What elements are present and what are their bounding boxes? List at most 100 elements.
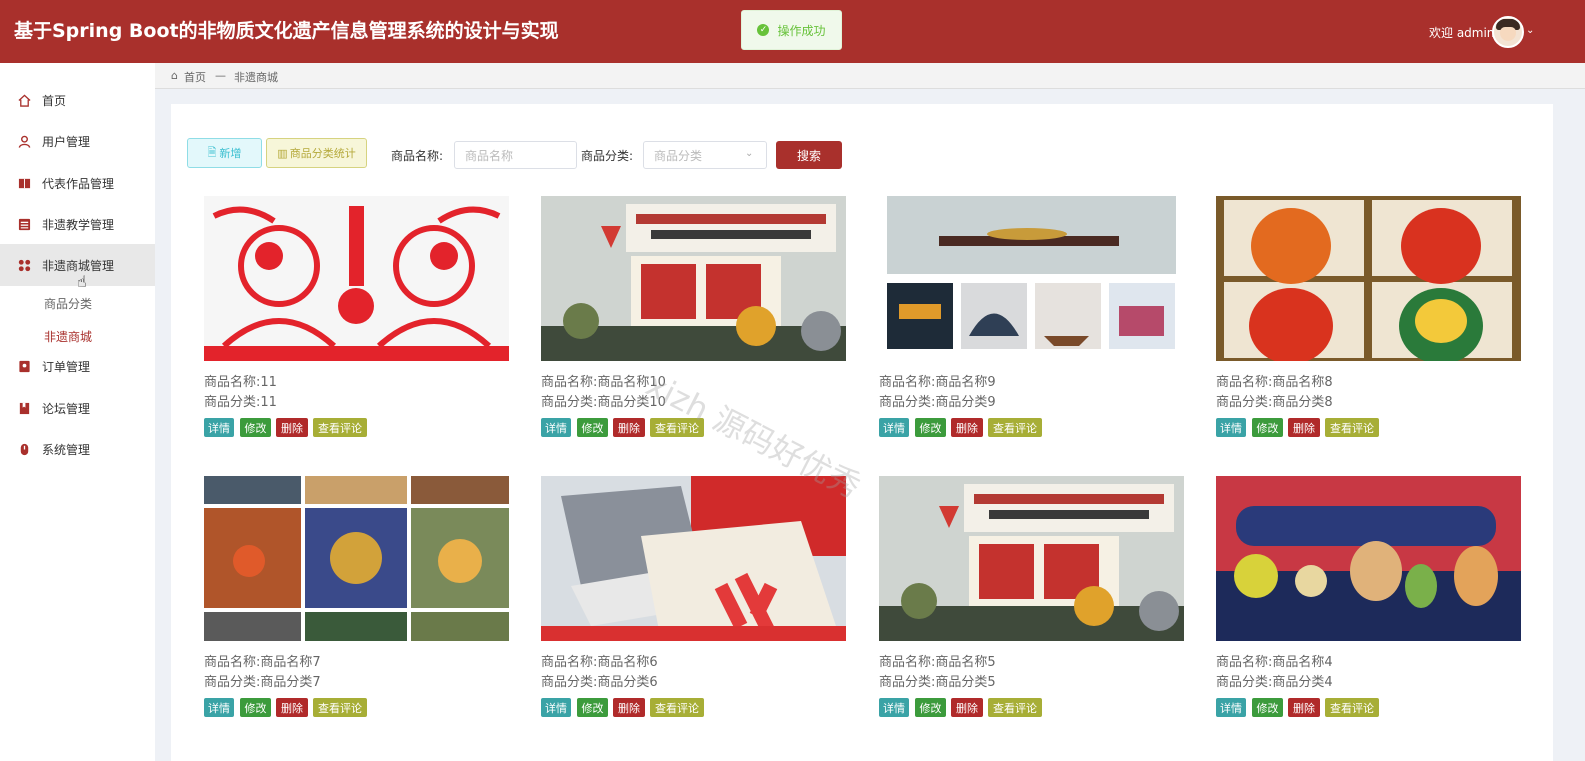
sidebar-item-label: 用户管理 (42, 134, 91, 149)
delete-button[interactable]: 删除 (276, 698, 308, 717)
welcome-text: 欢迎 admin (1429, 26, 1495, 40)
edit-button[interactable]: 修改 (240, 418, 271, 437)
bar-chart-icon: ▥ (277, 146, 288, 160)
home-icon[interactable]: ⌂ (171, 69, 178, 82)
product-name: 商品名称:商品名称9 (879, 375, 996, 390)
detail-button[interactable]: 详情 (541, 418, 571, 437)
sidebar-item-label: 代表作品管理 (42, 176, 115, 191)
product-image[interactable] (204, 196, 509, 361)
detail-button[interactable]: 详情 (879, 698, 909, 717)
edit-button[interactable]: 修改 (915, 698, 946, 717)
edit-button[interactable]: 修改 (915, 418, 946, 437)
sidebar-item-label: 论坛管理 (42, 401, 91, 416)
product-category: 商品分类:商品分类7 (204, 675, 321, 690)
detail-button[interactable]: 详情 (541, 698, 571, 717)
product-name: 商品名称:商品名称4 (1216, 655, 1333, 670)
product-category: 商品分类:商品分类5 (879, 675, 996, 690)
breadcrumb-home[interactable]: 首页 (184, 69, 206, 85)
sidebar-subitem-mall[interactable]: 非遗商城 (44, 328, 92, 345)
sidebar-item-works[interactable]: 代表作品管理 (0, 162, 155, 204)
product-name: 商品名称:商品名称6 (541, 655, 658, 670)
sidebar-item-orders[interactable]: 订单管理 (0, 345, 155, 387)
view-comments-button[interactable]: 查看评论 (313, 418, 367, 437)
breadcrumb: ⌂ 首页 — 非遗商城 (155, 63, 1585, 89)
category-stat-button[interactable]: ▥ 商品分类统计 (266, 138, 367, 168)
edit-button[interactable]: 修改 (1252, 418, 1283, 437)
grid-icon (18, 259, 31, 271)
delete-button[interactable]: 删除 (276, 418, 308, 437)
delete-button[interactable]: 删除 (613, 418, 645, 437)
app-title: 基于Spring Boot的非物质文化遗产信息管理系统的设计与实现 (14, 20, 559, 42)
name-search-input[interactable]: 商品名称 (454, 141, 577, 169)
product-image[interactable] (541, 196, 846, 361)
sidebar-item-label: 系统管理 (42, 442, 91, 457)
success-toast: ✓ 操作成功 (741, 10, 842, 50)
sidebar-item-teaching[interactable]: 非遗教学管理 (0, 203, 155, 245)
sidebar-item-label: 非遗商城管理 (42, 258, 115, 273)
product-image[interactable] (204, 476, 509, 641)
forum-icon (19, 402, 30, 414)
product-image[interactable] (1216, 476, 1521, 641)
list-icon (18, 218, 31, 230)
sidebar-item-home[interactable]: 首页 (0, 79, 155, 121)
home-icon (18, 94, 31, 107)
name-filter-label: 商品名称: (391, 149, 444, 163)
sidebar-item-label: 订单管理 (42, 359, 91, 374)
view-comments-button[interactable]: 查看评论 (1325, 698, 1379, 717)
avatar[interactable] (1492, 16, 1524, 48)
product-image[interactable] (879, 476, 1184, 641)
delete-button[interactable]: 删除 (1288, 698, 1320, 717)
edit-button[interactable]: 修改 (1252, 698, 1283, 717)
chevron-down-icon[interactable]: ⌄ (1526, 25, 1534, 36)
view-comments-button[interactable]: 查看评论 (1325, 418, 1379, 437)
product-category: 商品分类:商品分类6 (541, 675, 658, 690)
product-image[interactable] (879, 196, 1184, 361)
view-comments-button[interactable]: 查看评论 (313, 698, 367, 717)
product-name: 商品名称:商品名称8 (1216, 375, 1333, 390)
product-category: 商品分类:商品分类8 (1216, 395, 1333, 410)
delete-button[interactable]: 删除 (951, 418, 983, 437)
product-category: 商品分类:11 (204, 395, 277, 410)
view-comments-button[interactable]: 查看评论 (988, 698, 1042, 717)
edit-button[interactable]: 修改 (240, 698, 271, 717)
product-image[interactable] (1216, 196, 1521, 361)
delete-button[interactable]: 删除 (1288, 418, 1320, 437)
sidebar-item-system[interactable]: 系统管理 (0, 428, 155, 470)
search-button[interactable]: 搜索 (776, 141, 842, 169)
user-icon (18, 135, 31, 148)
detail-button[interactable]: 详情 (204, 418, 234, 437)
detail-button[interactable]: 详情 (204, 698, 234, 717)
sidebar-item-label: 非遗教学管理 (42, 217, 115, 232)
product-category: 商品分类:商品分类10 (541, 395, 666, 410)
book-icon (18, 178, 31, 188)
view-comments-button[interactable]: 查看评论 (988, 418, 1042, 437)
sidebar-item-users[interactable]: 用户管理 (0, 120, 155, 162)
delete-button[interactable]: 删除 (613, 698, 645, 717)
breadcrumb-separator: — (215, 69, 226, 82)
sidebar-item-forum[interactable]: 论坛管理 (0, 387, 155, 429)
detail-button[interactable]: 详情 (1216, 418, 1246, 437)
add-button[interactable]: 🗎 新增 (187, 138, 262, 168)
detail-button[interactable]: 详情 (879, 418, 909, 437)
product-category: 商品分类:商品分类4 (1216, 675, 1333, 690)
product-name: 商品名称:11 (204, 375, 277, 390)
mouse-cursor-icon: ☝ (77, 272, 87, 291)
edit-button[interactable]: 修改 (577, 698, 608, 717)
system-icon (20, 443, 29, 455)
add-button-label: 新增 (219, 147, 242, 160)
view-comments-button[interactable]: 查看评论 (650, 418, 704, 437)
detail-button[interactable]: 详情 (1216, 698, 1246, 717)
product-image[interactable] (541, 476, 846, 641)
view-comments-button[interactable]: 查看评论 (650, 698, 704, 717)
breadcrumb-current: 非遗商城 (234, 71, 278, 84)
category-filter-label: 商品分类: (581, 149, 634, 163)
check-icon: ✓ (757, 24, 770, 36)
delete-button[interactable]: 删除 (951, 698, 983, 717)
chevron-down-icon: ⌄ (745, 148, 754, 159)
edit-button[interactable]: 修改 (577, 418, 608, 437)
sidebar-subitem-category[interactable]: 商品分类 (44, 295, 92, 312)
product-name: 商品名称:商品名称7 (204, 655, 321, 670)
sidebar-item-label: 首页 (42, 93, 67, 108)
toast-text: 操作成功 (777, 23, 826, 38)
order-icon (19, 360, 30, 372)
